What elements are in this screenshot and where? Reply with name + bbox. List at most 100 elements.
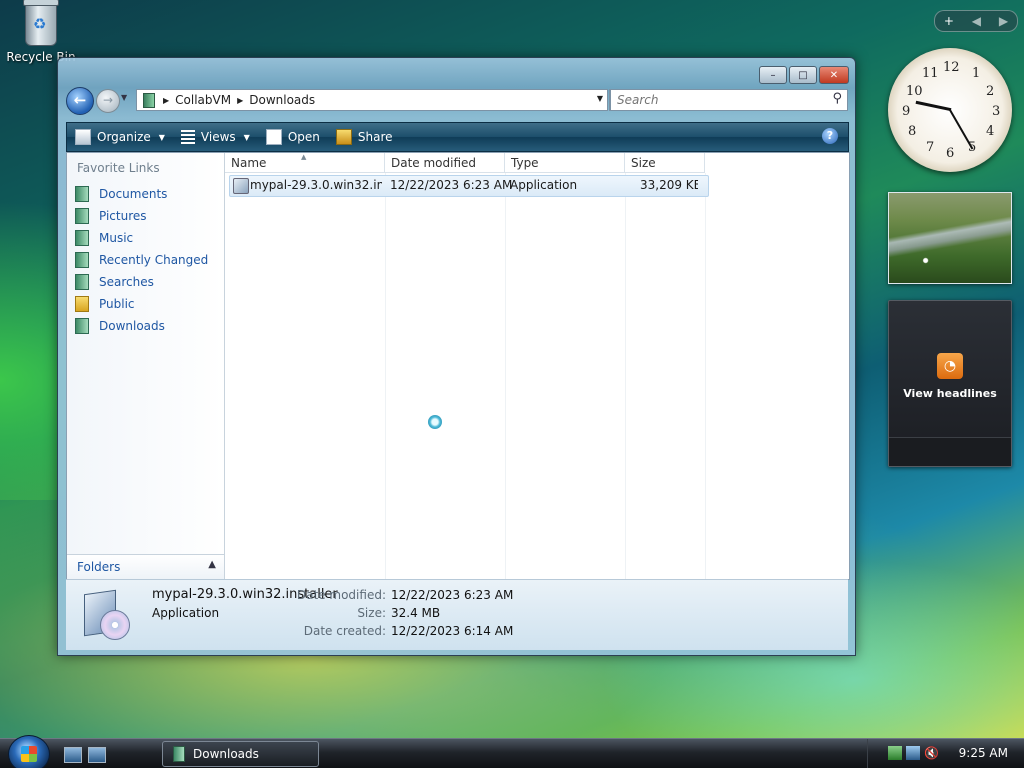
breadcrumb-downloads[interactable]: Downloads [249,93,315,107]
column-header-date-modified[interactable]: Date modified [385,153,505,173]
chevron-down-icon: ▼ [158,132,165,142]
organize-button[interactable]: Organize ▼ [75,129,165,145]
favorite-link-documents[interactable]: Documents [73,183,208,205]
search-box[interactable]: ⚲ [610,89,848,111]
taskbar-button-downloads[interactable]: Downloads [162,741,319,767]
views-button[interactable]: Views ▼ [180,130,250,144]
recent-pages-dropdown[interactable]: ▼ [121,93,131,107]
view-headlines-link[interactable]: View headlines [889,387,1011,400]
details-date-modified: 12/22/2023 6:23 AM [391,588,514,602]
share-button[interactable]: Share [335,129,393,145]
column-header-type[interactable]: Type [505,153,625,173]
clock-numeral: 8 [908,124,917,139]
clock-numeral: 2 [986,84,995,99]
documents-icon [75,186,89,202]
column-label: Type [511,156,539,170]
next-icon[interactable]: ▶ [999,14,1008,28]
favorite-link-label: Documents [99,187,168,201]
volume-muted-icon[interactable]: 🔇 [924,746,939,760]
previous-icon[interactable]: ◀ [972,14,981,28]
open-button[interactable]: Open [265,129,320,145]
breadcrumb-collabvm[interactable]: CollabVM [175,93,231,107]
details-date-modified-label: Date modified: [296,588,386,602]
open-label: Open [287,130,320,144]
clock-numeral: 7 [926,140,935,155]
pictures-icon [75,208,89,224]
folders-toggle[interactable]: Folders ▲ [67,554,224,579]
explorer-window: – □ ✕ ← → ▼ ▶ CollabVM ▶ Downloads ▼ ⟳ ⚲… [57,57,856,656]
column-header-size[interactable]: Size [625,153,705,173]
feed-headlines-gadget[interactable]: ◔ View headlines [888,300,1012,467]
security-icon[interactable] [888,746,902,760]
favorite-link-public[interactable]: Public [73,293,208,315]
installer-icon [233,178,249,194]
minimize-button[interactable]: – [759,66,787,84]
favorite-link-label: Public [99,297,135,311]
file-date-modified: 12/22/2023 6:23 AM [390,178,513,192]
recycle-bin-icon [23,0,59,46]
details-size-label: Size: [357,606,386,620]
content-area: Favorite Links Documents Pictures Music … [66,152,850,580]
taskbar-button-label: Downloads [193,747,259,761]
favorite-link-pictures[interactable]: Pictures [73,205,208,227]
show-desktop-icon[interactable] [64,747,82,763]
clock-numeral: 4 [986,124,995,139]
help-icon[interactable]: ? [822,128,838,144]
rss-icon: ◔ [937,353,963,379]
organize-icon [75,129,91,145]
chevron-down-icon: ▼ [243,132,250,142]
column-header-name[interactable]: ▲ Name [225,153,385,173]
details-date-created-label: Date created: [303,624,386,638]
switch-windows-icon[interactable] [88,747,106,763]
notification-area: 🔇 9:25 AM [867,739,1024,768]
network-icon[interactable] [906,746,920,760]
open-icon [265,129,282,145]
favorite-links-title: Favorite Links [77,161,160,175]
taskbar-clock[interactable]: 9:25 AM [959,746,1008,760]
close-button[interactable]: ✕ [819,66,849,84]
address-bar[interactable]: ▶ CollabVM ▶ Downloads ▼ [136,89,608,111]
details-size: 32.4 MB [391,606,441,620]
favorite-link-label: Downloads [99,319,165,333]
favorite-link-searches[interactable]: Searches [73,271,208,293]
column-label: Name [231,156,267,170]
command-bar: Organize ▼ Views ▼ Open Share ? [66,122,849,152]
hour-hand [915,100,952,112]
favorite-link-music[interactable]: Music [73,227,208,249]
maximize-button[interactable]: □ [789,66,817,84]
chevron-right-icon[interactable]: ▶ [237,96,243,105]
chevron-right-icon[interactable]: ▶ [163,96,169,105]
back-button[interactable]: ← [66,87,94,115]
busy-indicator-icon [428,415,442,429]
column-label: Size [631,156,656,170]
table-row[interactable]: mypal-29.3.0.win32.ins... 12/22/2023 6:2… [229,175,709,197]
navigation-pane: Favorite Links Documents Pictures Music … [67,153,225,579]
recently-changed-icon [75,252,89,268]
file-type: Application [510,178,578,192]
column-label: Date modified [391,156,477,170]
start-button[interactable] [8,735,50,768]
recycle-bin-desktop-icon[interactable]: Recycle Bin [6,0,76,64]
clock-gadget[interactable]: 12 1 2 3 4 5 6 7 8 9 10 11 [888,48,1012,172]
sort-ascending-icon: ▲ [301,153,307,161]
views-label: Views [200,130,236,144]
details-pane: mypal-29.3.0.win32.installer Application… [66,579,848,650]
slideshow-gadget[interactable] [888,192,1012,284]
forward-button[interactable]: → [96,89,120,113]
search-input[interactable] [615,90,819,110]
clock-numeral: 6 [946,146,955,161]
favorite-link-downloads[interactable]: Downloads [73,315,208,337]
details-file-type: Application [152,606,220,620]
searches-icon [75,274,89,290]
add-gadget-icon[interactable]: + [944,14,954,28]
favorite-link-recently-changed[interactable]: Recently Changed [73,249,208,271]
address-dropdown-icon[interactable]: ▼ [597,94,603,103]
magnifier-icon[interactable]: ⚲ [832,91,842,106]
details-date-created: 12/22/2023 6:14 AM [391,624,514,638]
share-label: Share [357,130,393,144]
file-size: 33,209 KB [640,178,698,192]
downloads-icon [75,318,89,334]
favorite-link-label: Searches [99,275,154,289]
minute-hand [948,108,974,150]
feed-footer [889,437,1011,466]
